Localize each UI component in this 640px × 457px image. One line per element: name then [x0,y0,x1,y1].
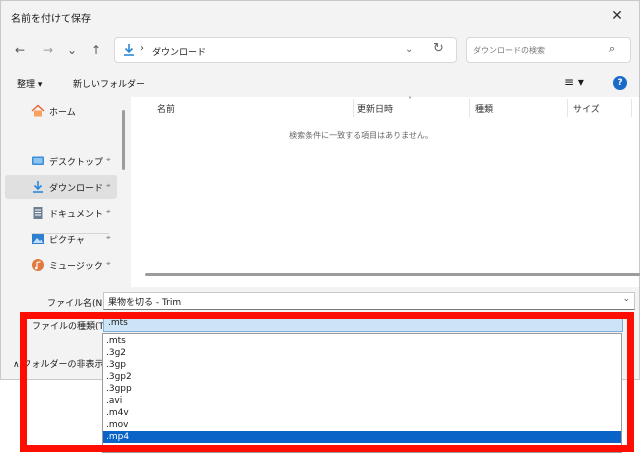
recent-locations-icon[interactable]: ⌄ [63,41,81,59]
filename-field[interactable] [108,295,608,307]
address-bar[interactable]: › ダウンロード ⌄ ↻ [114,37,457,63]
sidebar-item-label: ホーム [49,108,76,118]
pin-icon[interactable]: ⌖ [106,155,111,165]
sidebar-item-label: ミュージック [49,262,103,272]
desktop-icon [32,156,44,165]
pin-icon[interactable]: ⌖ [106,207,111,217]
new-folder-button[interactable]: 新しいフォルダー [73,77,145,90]
sidebar-item-label: ダウンロード [49,184,104,194]
sidebar-item-label: ドキュメント [49,210,104,220]
sidebar-item-music[interactable]: ミュージック ⌖ [5,253,117,277]
column-divider[interactable] [631,99,632,117]
column-divider[interactable] [469,99,470,117]
pin-icon[interactable]: ⌖ [106,181,111,191]
sidebar-item-downloads[interactable]: ダウンロード ⌖ [5,175,117,199]
annotation-highlight-box [20,312,634,452]
search-box[interactable]: ⌕ [466,37,631,63]
empty-message: 検索条件に一致する項目はありません。 [289,131,433,140]
column-header-type[interactable]: 種類 [475,102,493,115]
column-divider[interactable] [353,99,354,117]
refresh-icon[interactable]: ↻ [433,41,444,56]
search-icon[interactable]: ⌕ [609,42,615,56]
column-header-name[interactable]: 名前 [157,102,175,115]
sort-caret-icon: ˅ [408,96,412,105]
pictures-icon [32,234,44,244]
help-icon[interactable]: ? [613,76,627,90]
filename-combobox[interactable]: ⌄ [103,292,635,310]
column-divider[interactable] [567,99,568,117]
horizontal-scrollbar[interactable] [145,273,640,276]
sidebar-item-desktop[interactable]: デスクトップ ⌖ [5,149,117,173]
download-icon [124,44,134,56]
breadcrumb[interactable]: ダウンロード [152,45,206,58]
breadcrumb-separator: › [140,43,144,54]
search-input[interactable] [473,43,603,57]
pin-icon[interactable]: ⌖ [106,259,111,269]
forward-icon[interactable]: → [39,41,57,59]
navigation-pane: ホーム デスクトップ ⌖ ダウンロード ⌖ ドキュメント ⌖ ピクチャ ⌖ ミュ… [1,97,129,287]
toolbar: 整理 ▾ 新しいフォルダー ≡ ▾ ? [1,73,639,95]
file-list: 名前 更新日時 ˅ 種類 サイズ 検索条件に一致する項目はありません。 [131,96,640,287]
sidebar-item-label: ピクチャ [49,236,85,246]
column-header-size[interactable]: サイズ [573,102,600,115]
document-icon [33,207,43,219]
up-icon[interactable]: ↑ [87,41,105,59]
filename-label: ファイル名(N): [47,299,109,309]
pin-icon[interactable]: ⌖ [106,233,111,243]
sidebar-item-home[interactable]: ホーム [5,99,117,123]
sidebar-item-pictures[interactable]: ピクチャ ⌖ [5,227,117,251]
view-options-icon[interactable]: ≡ ▾ [564,75,584,89]
close-icon[interactable]: ✕ [607,6,627,26]
column-header-modified[interactable]: 更新日時 [357,102,393,115]
chevron-down-icon[interactable]: ⌄ [405,44,413,55]
download-icon [33,181,43,193]
title-bar: 名前を付けて保存 ✕ [1,1,639,31]
organize-button[interactable]: 整理 ▾ [17,77,42,90]
sidebar-item-documents[interactable]: ドキュメント ⌖ [5,201,117,225]
home-icon [31,104,45,117]
back-icon[interactable]: ← [11,41,29,59]
chevron-down-icon[interactable]: ⌄ [622,294,630,304]
sidebar-item-label: デスクトップ [49,158,104,168]
window-title: 名前を付けて保存 [11,14,91,25]
sidebar-scrollbar[interactable] [122,110,125,170]
music-icon [32,259,44,271]
